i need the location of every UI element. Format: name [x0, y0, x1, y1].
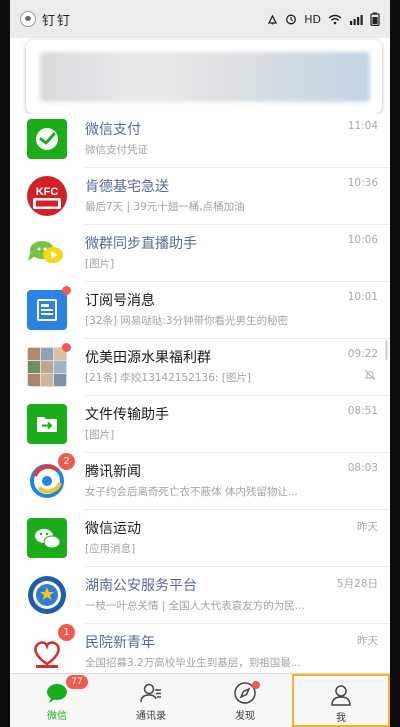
- chat-name: 微信支付: [85, 122, 141, 138]
- chat-row-kfc[interactable]: KFC 肯德基宅急送 最后7天 | 39元十翅一桶,点桶加油 10:36: [10, 168, 390, 225]
- contacts-icon: [140, 683, 161, 703]
- person-icon: [331, 685, 351, 706]
- tab-label: 我: [336, 713, 346, 724]
- kfc-logo: KFC: [27, 176, 67, 216]
- chat-bubble-icon: [47, 684, 67, 703]
- tab-label: 通讯录: [136, 711, 166, 722]
- chat-preview: [21条] 李姣13142152136: [图片]: [85, 372, 251, 384]
- chat-time: 10:36: [347, 177, 378, 189]
- chat-preview: 最后7天 | 39元十翅一桶,点桶加油: [85, 201, 245, 213]
- chat-time: 10:01: [347, 291, 378, 303]
- chat-name: 腾讯新闻: [85, 464, 141, 480]
- chat-row-subscriptions[interactable]: 订阅号消息 [32条] 网易哒哒:3分钟带你看光男生的秘密 10:01: [10, 282, 390, 339]
- group-avatar: [27, 343, 71, 387]
- tab-label: 微信: [47, 711, 67, 722]
- chat-time: 10:06: [347, 234, 378, 246]
- unread-dot: [62, 286, 71, 295]
- tab-chats[interactable]: 77 微信: [10, 674, 104, 727]
- chat-preview: 女子约会后离奇死亡衣不蔽体 体内残留物让...: [85, 486, 298, 498]
- chat-time: 08:03: [347, 462, 378, 474]
- tab-contacts[interactable]: 通讯录: [104, 674, 198, 727]
- youth-league-icon: 1: [27, 624, 75, 672]
- notification-banner[interactable]: [26, 40, 382, 114]
- alarm-icon: [286, 14, 297, 25]
- file-transfer-icon: [27, 404, 67, 444]
- scrollbar[interactable]: [385, 340, 388, 360]
- tab-discover[interactable]: 发现: [198, 674, 292, 727]
- live-assistant-icon: [27, 233, 67, 273]
- unread-dot: [252, 681, 260, 689]
- chat-name: 微群同步直播助手: [85, 236, 197, 252]
- network-type: HD: [304, 12, 321, 26]
- chat-preview: 全国招募3.2万高校毕业生到基层，到祖国最...: [85, 657, 301, 669]
- chat-time: 08:51: [347, 405, 378, 417]
- chat-row-fruit-group[interactable]: 优美田源水果福利群 [21条] 李姣13142152136: [图片] 09:2…: [10, 339, 390, 396]
- unread-badge: 2: [58, 453, 75, 470]
- chat-preview: [图片]: [85, 429, 115, 441]
- chat-row-live-assistant[interactable]: 微群同步直播助手 [图片] 10:06: [10, 225, 390, 282]
- chat-time: 11:04: [347, 120, 378, 132]
- status-icons: HD: [267, 12, 380, 26]
- vibrate-icon: [268, 14, 278, 24]
- subscription-icon: [27, 286, 71, 330]
- chat-name: 订阅号消息: [85, 293, 155, 309]
- unread-badge: 1: [58, 624, 75, 641]
- police-badge-icon: [27, 575, 67, 615]
- chat-time: 昨天: [357, 521, 378, 533]
- mute-bell-icon: [364, 369, 376, 381]
- phone-screen: 钉钉 HD 微信支付 微信支付凭证 11:04 KFC 肯德基宅急送 最后7天 …: [10, 0, 390, 727]
- status-app-name: 钉钉: [42, 13, 73, 29]
- unread-badge: 77: [66, 675, 88, 689]
- chat-row-hunan-police[interactable]: 湖南公安服务平台 一枝一叶总关情 | 全国人大代表袁友方的为民... 5月28日: [10, 567, 390, 624]
- wechat-sport-icon: [27, 518, 67, 558]
- chat-row-tencent-news[interactable]: 2 腾讯新闻 女子约会后离奇死亡衣不蔽体 体内残留物让... 08:03: [10, 453, 390, 510]
- tab-label: 发现: [235, 711, 255, 722]
- chat-preview: 一枝一叶总关情 | 全国人大代表袁友方的为民...: [85, 600, 305, 612]
- status-bar: 钉钉 HD: [10, 0, 390, 38]
- chat-list[interactable]: 微信支付 微信支付凭证 11:04 KFC 肯德基宅急送 最后7天 | 39元十…: [10, 114, 390, 674]
- chat-preview: [32条] 网易哒哒:3分钟带你看光男生的秘密: [85, 315, 289, 327]
- chat-time: 09:22: [347, 348, 378, 360]
- chat-name: 肯德基宅急送: [85, 179, 169, 195]
- chat-row-wechat-sport[interactable]: 微信运动 [应用消息] 昨天: [10, 510, 390, 567]
- bottom-tab-bar: 77 微信 通讯录 发现 我: [10, 673, 390, 727]
- chat-name: 民院新青年: [85, 635, 155, 651]
- chat-preview: [图片]: [85, 258, 115, 270]
- battery-icon: [370, 12, 380, 26]
- chat-time: 5月28日: [336, 578, 378, 590]
- chat-time: 昨天: [357, 635, 378, 647]
- tencent-news-icon: 2: [27, 453, 75, 501]
- wechat-pay-icon: [27, 119, 67, 159]
- chat-name: 优美田源水果福利群: [85, 350, 211, 366]
- chat-row-youth[interactable]: 1 民院新青年 全国招募3.2万高校毕业生到基层，到祖国最... 昨天: [10, 624, 390, 674]
- svg-text:KFC: KFC: [36, 186, 59, 198]
- chat-preview: [应用消息]: [85, 543, 136, 555]
- chat-name: 微信运动: [85, 521, 141, 537]
- blurred-notification: [40, 52, 370, 102]
- tab-me[interactable]: 我: [292, 674, 390, 727]
- chat-name: 文件传输助手: [85, 407, 169, 423]
- chat-row-file-transfer[interactable]: 文件传输助手 [图片] 08:51: [10, 396, 390, 453]
- dingtalk-icon: [20, 11, 36, 27]
- unread-dot: [62, 343, 71, 352]
- chat-preview: 微信支付凭证: [85, 144, 148, 156]
- chat-name: 湖南公安服务平台: [85, 578, 197, 594]
- wifi-icon: [328, 14, 342, 24]
- signal-icon: [350, 14, 363, 25]
- chat-row-wechat-pay[interactable]: 微信支付 微信支付凭证 11:04: [10, 114, 390, 168]
